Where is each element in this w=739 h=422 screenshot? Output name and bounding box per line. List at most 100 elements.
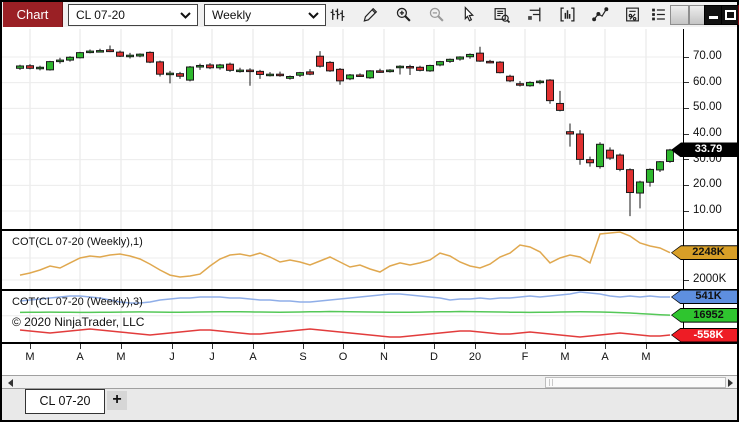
time-label: M	[116, 351, 125, 363]
price-tick-label: 50.00	[693, 101, 722, 113]
chart-trader-icon[interactable]	[526, 6, 543, 23]
price-tick	[684, 159, 689, 160]
cot2-value-tag-line-3-text: -558K	[682, 329, 735, 342]
time-tick	[384, 344, 385, 349]
time-label: 20	[469, 351, 481, 363]
time-label: A	[601, 351, 608, 363]
restore-button[interactable]	[721, 5, 739, 25]
time-label: J	[169, 351, 175, 363]
scroll-left-icon[interactable]	[8, 379, 13, 387]
time-tick	[30, 344, 31, 349]
price-tick	[684, 57, 689, 58]
time-label: S	[299, 351, 306, 363]
cot2-value-tag-line-3-body: -558K	[672, 329, 737, 342]
time-label: M	[641, 351, 650, 363]
price-tick-label: 60.00	[693, 76, 722, 88]
price-tick	[684, 108, 689, 109]
minimize-icon	[709, 16, 718, 19]
cot1-tick-label: 2000K	[693, 273, 726, 285]
strategies-icon[interactable]	[624, 6, 641, 23]
price-tick	[684, 211, 689, 212]
time-tick	[605, 344, 606, 349]
last-price-tag-body: 33.79	[672, 143, 737, 156]
time-tick	[212, 344, 213, 349]
time-tick	[565, 344, 566, 349]
cot1-value-tag: 2248K	[671, 245, 738, 260]
watermark: © 2020 NinjaTrader, LLC	[12, 315, 144, 329]
object-list-icon[interactable]	[650, 6, 667, 23]
price-axis-border	[683, 29, 684, 375]
time-label: M	[25, 351, 34, 363]
time-label: A	[76, 351, 83, 363]
time-tick	[253, 344, 254, 349]
data-box-icon[interactable]	[493, 6, 510, 23]
price-tick	[684, 82, 689, 83]
draw-line-icon[interactable]	[592, 6, 609, 23]
thumb-grip	[552, 379, 553, 386]
cot1-value-tag-body: 2248K	[672, 246, 737, 259]
chevron-down-icon	[308, 12, 319, 19]
cot2-indicator-label: COT(CL 07-20 (Weekly),3)	[12, 296, 143, 308]
interval-selector[interactable]: Weekly	[204, 4, 326, 26]
thumb-grip	[549, 379, 550, 386]
time-tick	[303, 344, 304, 349]
time-label: D	[430, 351, 438, 363]
indicators-icon[interactable]	[559, 6, 576, 23]
cot2-value-tag-line-1-text: 541K	[682, 290, 735, 303]
price-panel[interactable]	[2, 29, 683, 229]
time-label: J	[209, 351, 215, 363]
last-price-tag-text: 33.79	[682, 143, 735, 156]
cot2-value-tag-line-1: 541K	[671, 289, 738, 304]
time-tick	[434, 344, 435, 349]
time-label: F	[522, 351, 529, 363]
cot1-value-tag-text: 2248K	[682, 246, 735, 259]
tab-cl-07-20[interactable]: CL 07-20	[25, 389, 105, 414]
time-tick	[646, 344, 647, 349]
add-tab-button[interactable]: +	[107, 391, 127, 410]
time-tick	[343, 344, 344, 349]
time-label: N	[380, 351, 388, 363]
interval-value: Weekly	[212, 8, 251, 22]
cot2-value-tag-line-3: -558K	[671, 328, 738, 343]
restore-icon	[725, 10, 736, 20]
instrument-value: CL 07-20	[76, 8, 125, 22]
window-button-blank-1[interactable]	[670, 5, 689, 25]
price-bars-style-icon[interactable]	[329, 6, 346, 23]
horizontal-scrollbar[interactable]	[2, 375, 737, 389]
time-label: M	[560, 351, 569, 363]
price-tick-label: 40.00	[693, 127, 722, 139]
scroll-right-icon[interactable]	[728, 379, 733, 387]
window-title-tab[interactable]: Chart	[3, 2, 63, 27]
drawing-tools-icon[interactable]	[362, 6, 379, 23]
time-tick	[525, 344, 526, 349]
toolbar: Chart CL 07-20 Weekly	[2, 2, 737, 27]
chart-window: Chart CL 07-20 Weekly	[0, 0, 739, 422]
cot2-line-3	[20, 329, 670, 337]
price-tick	[684, 134, 689, 135]
tab-row: CL 07-20 +	[2, 389, 737, 420]
cot2-value-tag-line-2: 16952	[671, 308, 738, 323]
cot1-indicator-label: COT(CL 07-20 (Weekly),1)	[12, 236, 143, 248]
candles	[17, 45, 674, 216]
last-price-tag: 33.79	[671, 142, 738, 157]
cot2-value-tag-line-1-body: 541K	[672, 290, 737, 303]
time-label: O	[339, 351, 348, 363]
scrollbar-thumb[interactable]	[545, 377, 726, 388]
price-tick-label: 70.00	[693, 50, 722, 62]
price-tick	[684, 185, 689, 186]
time-tick	[172, 344, 173, 349]
zoom-out-icon	[428, 6, 445, 23]
price-tick-label: 20.00	[693, 178, 722, 190]
time-label: A	[249, 351, 256, 363]
cot1-tick	[684, 280, 689, 281]
cot2-value-tag-line-2-body: 16952	[672, 309, 737, 322]
time-axis[interactable]: M A M J J A S O N D 20 F M A M	[2, 344, 737, 375]
price-grid	[2, 29, 683, 229]
time-tick	[475, 344, 476, 349]
chevron-down-icon	[180, 12, 191, 19]
cursor-icon[interactable]	[460, 6, 477, 23]
price-tick-label: 10.00	[693, 204, 722, 216]
instrument-selector[interactable]: CL 07-20	[68, 4, 198, 26]
time-tick	[80, 344, 81, 349]
zoom-in-icon[interactable]	[395, 6, 412, 23]
